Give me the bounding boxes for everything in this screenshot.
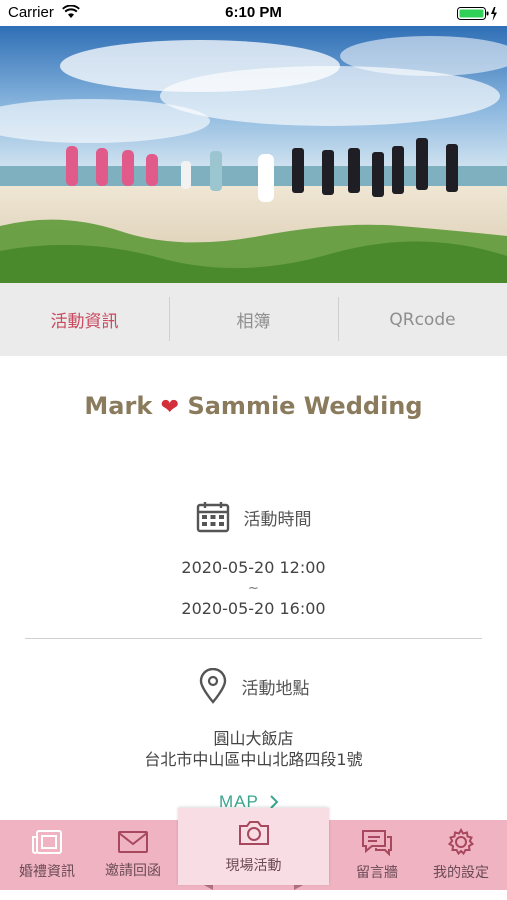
event-title: Mark ❤ Sammie Wedding <box>84 392 423 420</box>
newspaper-icon <box>32 830 62 854</box>
event-place-header: 活動地點 <box>0 668 507 704</box>
nav-wedding-info[interactable]: 婚禮資訊 <box>10 820 84 890</box>
nav-live-activity[interactable]: 現場活動 <box>178 808 329 885</box>
tab-album[interactable]: 相簿 <box>169 283 338 356</box>
venue-address: 台北市中山區中山北路四段1號 <box>144 750 363 769</box>
gear-icon <box>447 828 475 856</box>
segment-tabs: 活動資訊 相簿 QRcode <box>0 283 507 356</box>
nav-my-settings[interactable]: 我的設定 <box>424 820 498 890</box>
section-divider <box>25 638 482 639</box>
status-bar: Carrier 6:10 PM <box>0 0 507 26</box>
tab-event-info[interactable]: 活動資訊 <box>0 283 169 356</box>
clock: 6:10 PM <box>225 4 282 21</box>
time-separator: ~ <box>248 581 259 596</box>
event-end-time: 2020-05-20 16:00 <box>181 599 326 618</box>
nav-message-wall[interactable]: 留言牆 <box>340 820 414 890</box>
camera-icon <box>238 820 269 845</box>
tab-qrcode[interactable]: QRcode <box>338 283 507 356</box>
calendar-icon <box>196 502 229 533</box>
event-time-header: 活動時間 <box>0 500 507 534</box>
heart-icon: ❤ <box>160 395 180 420</box>
battery-icon <box>457 7 497 21</box>
location-pin-icon <box>199 668 226 704</box>
chat-bubbles-icon <box>362 830 392 856</box>
event-start-time: 2020-05-20 12:00 <box>181 558 326 577</box>
home-indicator-area <box>0 890 507 900</box>
envelope-icon <box>118 831 148 853</box>
wedding-hero-photo <box>0 26 507 283</box>
nav-rsvp[interactable]: 邀請回函 <box>96 820 170 890</box>
